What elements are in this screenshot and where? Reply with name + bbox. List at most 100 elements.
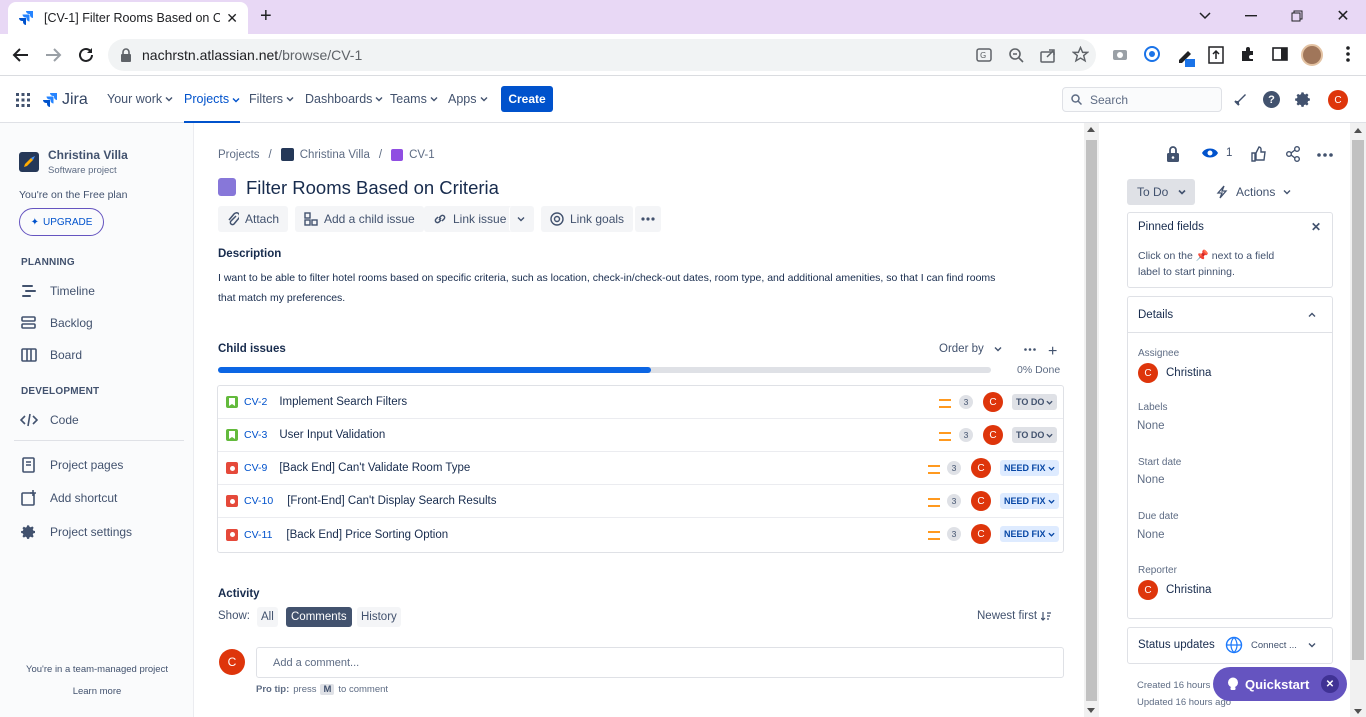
description-text[interactable]: I want to be able to filter hotel rooms … — [218, 268, 1068, 308]
camera-icon[interactable] — [1112, 47, 1128, 61]
forward-icon[interactable] — [44, 46, 62, 64]
attach-button[interactable]: Attach — [218, 206, 289, 232]
assignee-field[interactable]: C Christina — [1138, 363, 1211, 383]
link-goals-button[interactable]: Link goals — [541, 206, 634, 232]
nav-dashboards[interactable]: Dashboards — [305, 92, 383, 106]
close-icon[interactable]: ✕ — [1311, 220, 1321, 234]
breadcrumb-projects[interactable]: Projects — [218, 149, 260, 161]
user-avatar[interactable]: C — [1328, 90, 1348, 110]
browser-tab[interactable]: [CV-1] Filter Rooms Based on Criteria ✕ — [8, 2, 248, 34]
status-button[interactable]: To Do — [1127, 179, 1195, 205]
status-lozenge[interactable]: TO DO — [1012, 394, 1058, 410]
status-lozenge[interactable]: NEED FIX — [1000, 460, 1059, 476]
chevron-up-icon[interactable] — [1308, 311, 1316, 319]
order-by-dropdown[interactable]: Order by — [939, 343, 1002, 355]
app-switcher-icon[interactable] — [16, 93, 30, 107]
scroll-down-arrow[interactable] — [1087, 708, 1095, 713]
child-more-icon[interactable] — [1024, 348, 1036, 351]
assignee-avatar[interactable]: C — [983, 425, 1003, 445]
nav-filters[interactable]: Filters — [249, 92, 294, 106]
activity-filter-history[interactable]: History — [357, 607, 401, 627]
scroll-thumb[interactable] — [1086, 140, 1097, 701]
back-icon[interactable] — [12, 46, 30, 64]
close-window-icon[interactable]: ✕ — [1331, 6, 1355, 26]
tab-search-icon[interactable] — [1193, 6, 1217, 26]
start-date-field[interactable]: None — [1137, 474, 1165, 486]
sidebar-item-add-shortcut[interactable]: Add shortcut — [20, 490, 117, 506]
side-panel-icon[interactable] — [1272, 47, 1288, 61]
issue-key-link[interactable]: CV-3 — [244, 429, 267, 441]
help-icon[interactable]: ? — [1263, 91, 1280, 108]
child-issue-row[interactable]: CV-3 User Input Validation — [218, 419, 1063, 452]
status-lozenge[interactable]: NEED FIX — [1000, 526, 1059, 542]
status-lozenge[interactable]: NEED FIX — [1000, 493, 1059, 509]
tab-close-icon[interactable]: ✕ — [226, 10, 238, 27]
profile-avatar[interactable] — [1301, 44, 1323, 66]
issue-key-link[interactable]: CV-11 — [244, 529, 272, 541]
more-dots-icon[interactable] — [1317, 153, 1333, 157]
connect-link[interactable]: Connect ... — [1251, 640, 1297, 651]
scroll-up-arrow[interactable] — [1087, 127, 1095, 132]
assignee-avatar[interactable]: C — [971, 458, 991, 478]
chrome-menu-icon[interactable] — [1346, 46, 1350, 62]
assignee-avatar[interactable]: C — [971, 491, 991, 511]
watch-button[interactable]: 1 — [1201, 147, 1232, 159]
issue-key-link[interactable]: CV-9 — [244, 462, 267, 474]
nav-apps[interactable]: Apps — [448, 92, 488, 106]
breadcrumb-project[interactable]: Christina Villa — [300, 149, 370, 161]
nav-teams[interactable]: Teams — [390, 92, 438, 106]
notifications-icon[interactable] — [1232, 92, 1248, 108]
actions-button[interactable]: Actions — [1216, 185, 1291, 199]
reload-icon[interactable] — [77, 46, 95, 64]
sidebar-item-project-pages[interactable]: Project pages — [20, 457, 123, 473]
zoom-icon[interactable] — [1008, 47, 1024, 63]
activity-filter-all[interactable]: All — [257, 607, 278, 627]
issue-summary[interactable]: [Back End] Price Sorting Option — [286, 529, 448, 541]
reporter-field[interactable]: C Christina — [1138, 580, 1211, 600]
breadcrumb-issue-key[interactable]: CV-1 — [409, 149, 435, 161]
sidebar-item-project-settings[interactable]: Project settings — [20, 524, 132, 540]
issue-key-link[interactable]: CV-10 — [244, 495, 273, 507]
quickstart-button[interactable]: Quickstart ✕ — [1213, 667, 1347, 701]
add-child-plus-icon[interactable]: + — [1048, 343, 1057, 361]
panel-scrollbar[interactable] — [1350, 123, 1366, 717]
issue-key-link[interactable]: CV-2 — [244, 396, 267, 408]
link-issue-button[interactable]: Link issue — [424, 206, 516, 232]
sidebar-item-backlog[interactable]: Backlog — [20, 315, 93, 331]
scroll-up-arrow[interactable] — [1354, 128, 1362, 133]
upload-extension-icon[interactable] — [1208, 46, 1224, 64]
issue-summary[interactable]: Implement Search Filters — [279, 396, 407, 408]
chevron-down-icon[interactable] — [1308, 641, 1316, 649]
issue-title[interactable]: Filter Rooms Based on Criteria — [246, 177, 499, 199]
jira-logo[interactable]: Jira — [42, 91, 88, 109]
assignee-avatar[interactable]: C — [983, 392, 1003, 412]
share-icon[interactable] — [1285, 146, 1301, 162]
translate-icon[interactable]: G — [976, 47, 992, 63]
extension-circle-icon[interactable] — [1144, 46, 1160, 62]
sidebar-item-code[interactable]: Code — [20, 412, 79, 428]
assignee-avatar[interactable]: C — [971, 524, 991, 544]
settings-gear-icon[interactable] — [1295, 91, 1312, 108]
new-tab-button[interactable]: + — [260, 5, 272, 28]
link-issue-dropdown[interactable] — [509, 206, 534, 232]
like-thumb-icon[interactable] — [1251, 146, 1267, 162]
learn-more-link[interactable]: Learn more — [0, 686, 194, 697]
minimize-icon[interactable] — [1239, 6, 1263, 26]
main-scrollbar[interactable] — [1084, 123, 1099, 717]
quickstart-close-icon[interactable]: ✕ — [1321, 675, 1339, 693]
bookmark-star-icon[interactable] — [1072, 46, 1089, 63]
scroll-down-arrow[interactable] — [1354, 709, 1362, 714]
search-box[interactable]: Search — [1062, 87, 1222, 112]
more-actions-button[interactable] — [635, 206, 661, 232]
extensions-puzzle-icon[interactable] — [1240, 46, 1256, 62]
sort-newest-first[interactable]: Newest first — [977, 610, 1052, 622]
labels-field[interactable]: None — [1137, 420, 1165, 432]
issue-summary[interactable]: User Input Validation — [279, 429, 385, 441]
issue-summary[interactable]: [Back End] Can't Validate Room Type — [279, 462, 470, 474]
scroll-thumb[interactable] — [1352, 140, 1364, 660]
comment-input[interactable]: Add a comment... — [256, 647, 1064, 678]
project-name[interactable]: Christina Villa — [48, 148, 128, 162]
restore-icon[interactable] — [1285, 6, 1309, 26]
child-issue-row[interactable]: CV-2 Implement Search Filters — [218, 386, 1063, 419]
lock-restrict-icon[interactable] — [1166, 146, 1180, 162]
